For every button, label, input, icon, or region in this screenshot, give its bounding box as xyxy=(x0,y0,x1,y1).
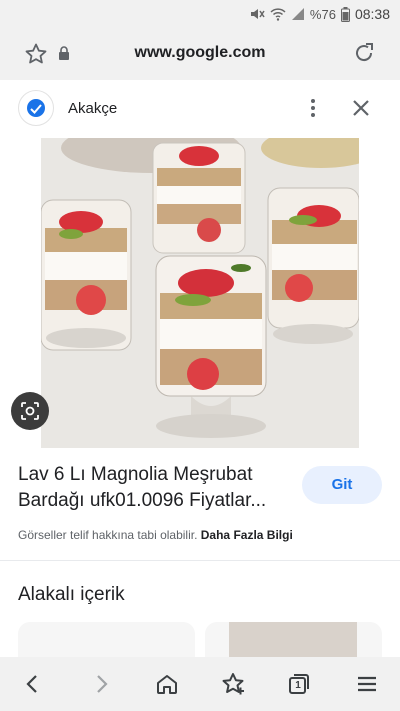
menu-icon[interactable] xyxy=(354,671,380,697)
source-name[interactable]: Akakçe xyxy=(68,100,117,117)
home-icon[interactable] xyxy=(154,671,180,697)
more-vert-icon[interactable] xyxy=(304,97,322,121)
related-card[interactable] xyxy=(18,622,195,662)
url-text[interactable]: www.google.com xyxy=(0,44,400,62)
source-logo-icon xyxy=(18,90,54,126)
tabs-icon[interactable]: 1 xyxy=(286,671,312,697)
signal-icon xyxy=(291,8,304,20)
clock: 08:38 xyxy=(354,6,390,22)
copyright-text: Görseller telif hakkına tabi olabilir. xyxy=(18,528,198,542)
reload-icon[interactable] xyxy=(352,41,376,65)
copyright-notice: Görseller telif hakkına tabi olabilir. D… xyxy=(18,528,293,542)
battery-icon xyxy=(340,6,350,22)
product-image[interactable] xyxy=(41,138,359,448)
image-area xyxy=(0,138,400,448)
related-card[interactable] xyxy=(205,622,382,662)
google-lens-button[interactable] xyxy=(11,392,49,430)
visit-button[interactable]: Git xyxy=(302,466,382,504)
close-icon[interactable] xyxy=(352,99,370,117)
related-content-heading: Alakalı içerik xyxy=(18,584,125,605)
url-bar[interactable]: www.google.com xyxy=(0,28,400,80)
lens-icon xyxy=(21,402,39,420)
tab-count: 1 xyxy=(295,680,301,691)
bookmark-star-icon[interactable] xyxy=(220,671,246,697)
forward-icon[interactable] xyxy=(88,671,114,697)
bottom-nav: 1 xyxy=(0,657,400,711)
wifi-icon xyxy=(270,8,286,21)
result-title[interactable]: Lav 6 Lı Magnolia Meşrubat Bardağı ufk01… xyxy=(18,462,288,514)
back-icon[interactable] xyxy=(20,671,46,697)
mute-icon xyxy=(250,9,265,19)
dessert-photo xyxy=(41,138,359,448)
status-bar: %76 08:38 xyxy=(0,0,400,28)
status-icons: %76 08:38 xyxy=(249,6,390,22)
related-card-thumbnail xyxy=(229,622,357,662)
source-row: Akakçe xyxy=(0,80,400,138)
battery-text: %76 xyxy=(309,6,336,22)
divider xyxy=(0,560,400,561)
result-title-block[interactable]: Lav 6 Lı Magnolia Meşrubat Bardağı ufk01… xyxy=(18,462,288,514)
more-info-link[interactable]: Daha Fazla Bilgi xyxy=(201,528,293,542)
